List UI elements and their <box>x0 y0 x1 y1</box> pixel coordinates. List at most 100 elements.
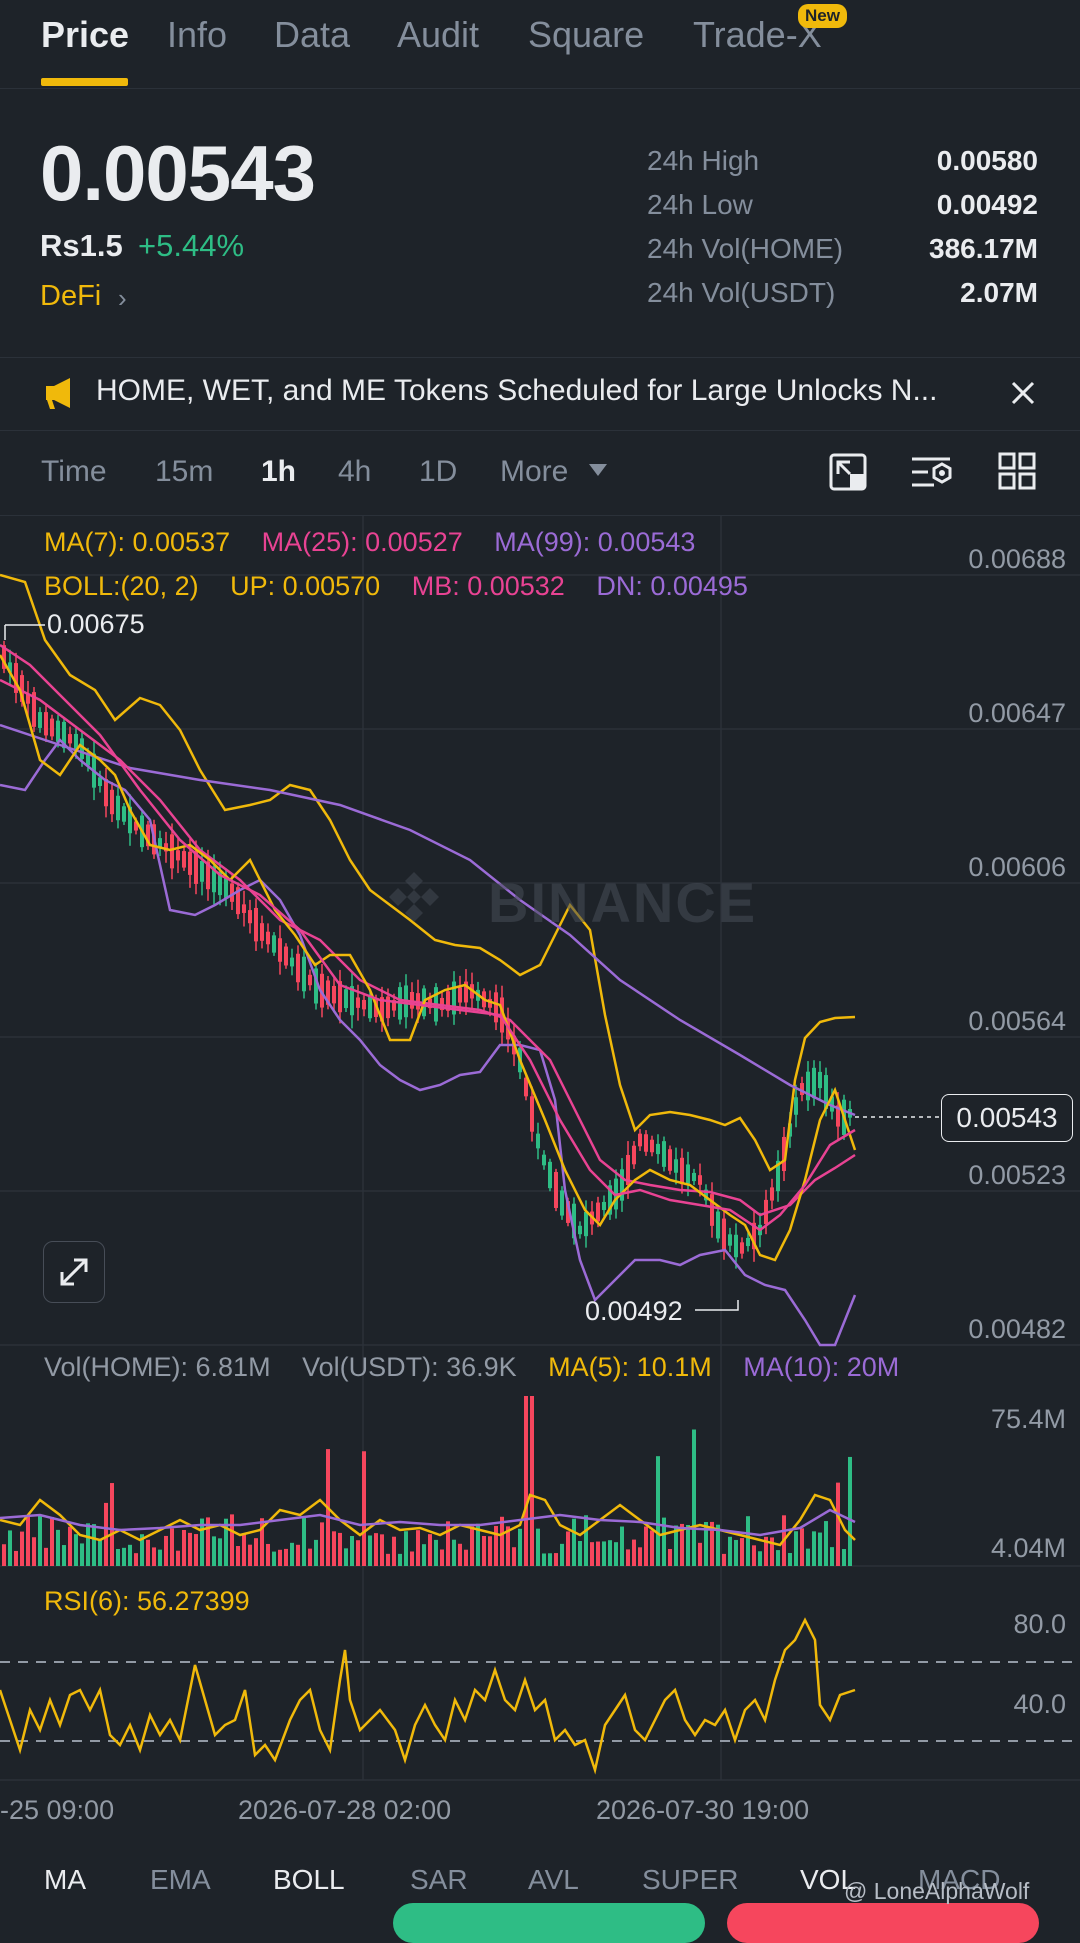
sell-button[interactable] <box>727 1903 1039 1943</box>
credit-text: @ LoneAlphaWolf <box>844 1878 1030 1904</box>
candle-body <box>278 938 282 962</box>
low-price-marker: 0.00492 <box>585 1296 683 1326</box>
indicator-tab-ema[interactable]: EMA <box>150 1864 211 1896</box>
tab-audit[interactable]: Audit <box>397 14 479 56</box>
candle-body <box>458 987 462 1003</box>
tab-data[interactable]: Data <box>274 14 350 56</box>
indicator-tab-ma[interactable]: MA <box>44 1864 86 1896</box>
candle-body <box>200 860 204 882</box>
timeframe-15m[interactable]: 15m <box>155 455 213 489</box>
indicator-tab-sar[interactable]: SAR <box>410 1864 468 1896</box>
stat-label-low: 24h Low <box>647 189 753 220</box>
timeframe-time[interactable]: Time <box>41 455 107 489</box>
grid-layout-icon[interactable] <box>998 452 1036 490</box>
fiat-price: Rs1.5 <box>40 228 123 263</box>
buy-button[interactable] <box>393 1903 705 1943</box>
volume-bar <box>668 1549 672 1566</box>
volume-bar <box>98 1539 102 1566</box>
volume-bar <box>320 1522 324 1566</box>
timeframe-more[interactable]: More <box>500 455 568 489</box>
vol-ma10-label: MA(10): 20M <box>743 1352 900 1382</box>
ma-legend: MA(7): 0.00537 MA(25): 0.00527 MA(99): 0… <box>44 527 695 558</box>
stat-value-vol-home: 386.17M <box>929 233 1038 264</box>
volume-bar <box>824 1521 828 1566</box>
ma25-line <box>0 678 856 1217</box>
volume-bar <box>68 1526 72 1566</box>
fullscreen-chart-icon[interactable] <box>828 452 868 492</box>
volume-bar <box>464 1549 468 1566</box>
price-axis-label: 0.00688 <box>968 544 1066 574</box>
volume-bar <box>266 1543 270 1566</box>
expand-chart-button[interactable] <box>43 1241 105 1303</box>
category-link[interactable]: DeFi <box>40 280 101 313</box>
candle-body <box>674 1159 678 1173</box>
volume-bar <box>788 1553 792 1566</box>
candle-body <box>794 1097 798 1115</box>
volume-bar <box>554 1553 558 1566</box>
price-axis-label: 0.00647 <box>968 698 1066 728</box>
candle-body <box>266 931 270 945</box>
new-badge: New <box>798 4 847 28</box>
candle-body <box>332 985 336 1004</box>
candle-body <box>560 1190 564 1216</box>
tab-square[interactable]: Square <box>528 14 644 56</box>
close-icon[interactable] <box>1010 380 1036 406</box>
candlestick-chart[interactable] <box>0 516 1080 1816</box>
volume-bar <box>2 1544 6 1566</box>
stat-label-vol-usdt: 24h Vol(USDT) <box>647 277 836 308</box>
candle-body <box>584 1211 588 1237</box>
price-axis-label: 0.00482 <box>968 1314 1066 1344</box>
volume-bar <box>410 1551 414 1566</box>
candle-body <box>308 974 312 986</box>
candle-body <box>356 997 360 1008</box>
volume-bar <box>614 1542 618 1566</box>
volume-bar <box>548 1553 552 1566</box>
candle-body <box>50 718 54 737</box>
candle-body <box>638 1133 642 1147</box>
boll-legend: BOLL:(20, 2) UP: 0.00570 MB: 0.00532 DN:… <box>44 571 748 602</box>
tab-info[interactable]: Info <box>167 14 227 56</box>
vol-home-label: Vol(HOME): 6.81M <box>44 1352 271 1382</box>
news-banner[interactable]: HOME, WET, and ME Tokens Scheduled for L… <box>0 357 1080 431</box>
timeframe-4h[interactable]: 4h <box>338 455 371 489</box>
volume-bar <box>368 1535 372 1566</box>
volume-bar <box>86 1523 90 1566</box>
timeframe-1d[interactable]: 1D <box>419 455 457 489</box>
timeframe-1h[interactable]: 1h <box>261 455 296 489</box>
candle-body <box>530 1096 534 1132</box>
volume-bar <box>560 1543 564 1566</box>
candle-body <box>680 1157 684 1185</box>
tab-price[interactable]: Price <box>41 14 129 56</box>
candle-body <box>770 1187 774 1201</box>
volume-bar <box>776 1550 780 1566</box>
candle-body <box>494 992 498 1023</box>
volume-bar <box>434 1539 438 1566</box>
volume-bar <box>422 1544 426 1566</box>
candle-body <box>38 712 42 728</box>
candle-body <box>746 1237 750 1247</box>
volume-bar <box>578 1540 582 1566</box>
volume-bar <box>278 1549 282 1566</box>
volume-bar <box>194 1534 198 1566</box>
volume-bar <box>308 1548 312 1566</box>
candle-body <box>728 1234 732 1246</box>
volume-bar <box>800 1528 804 1566</box>
volume-bar <box>494 1525 498 1566</box>
ma-secondary-line <box>0 643 856 1232</box>
volume-bar <box>26 1515 30 1566</box>
volume-bar <box>590 1542 594 1566</box>
boll-mb-label: MB: 0.00532 <box>411 571 565 601</box>
chart-settings-icon[interactable] <box>910 454 954 490</box>
indicator-tab-super[interactable]: SUPER <box>642 1864 738 1896</box>
time-axis-label: 2026-07-28 02:00 <box>238 1795 452 1825</box>
volume-bar <box>356 1540 360 1566</box>
candles-group <box>2 640 852 1269</box>
volume-bar <box>842 1549 846 1566</box>
indicator-tab-boll[interactable]: BOLL <box>273 1864 345 1896</box>
candle-body <box>302 956 306 992</box>
indicator-tab-avl[interactable]: AVL <box>528 1864 579 1896</box>
volume-bar <box>398 1553 402 1566</box>
volume-bar <box>566 1531 570 1566</box>
vol-ma5-line <box>0 1493 856 1547</box>
rsi-label: RSI(6): 56.27399 <box>44 1586 250 1616</box>
